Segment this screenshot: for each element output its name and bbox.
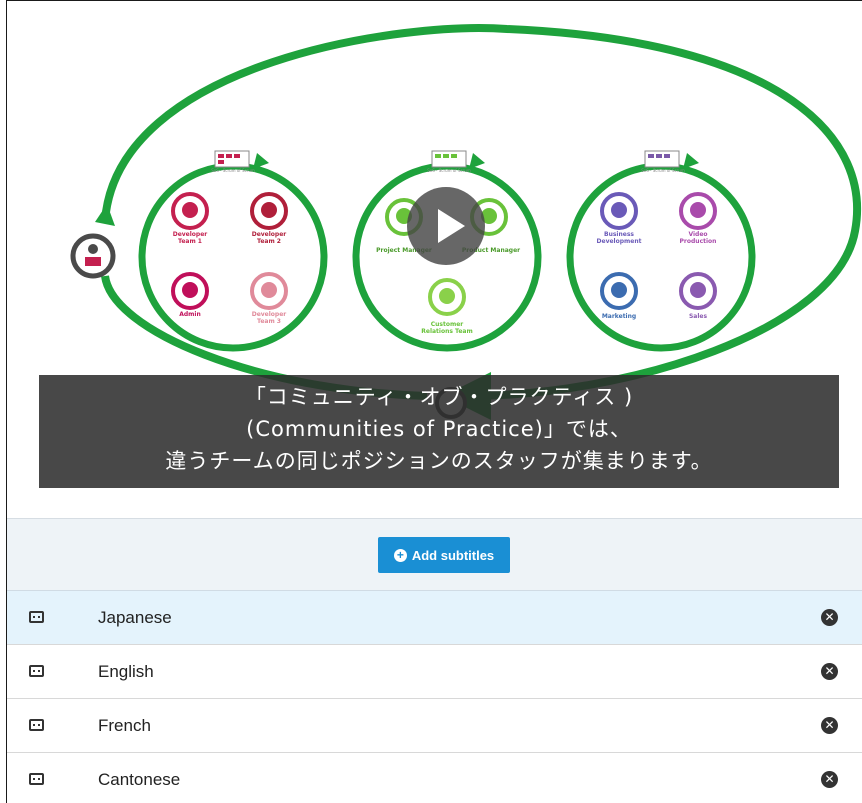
video-subtitle-editor: SoS - Scrum of Scrum Developer Team 1 De…: [6, 0, 862, 803]
closed-caption-icon: [29, 611, 44, 623]
language-row-japanese[interactable]: Japanese ✕: [7, 591, 862, 645]
subtitles-toolbar: + Add subtitles: [7, 518, 862, 591]
team-label: Developer Team 2: [251, 231, 287, 245]
team-label: Business Development: [596, 231, 642, 245]
team-label: Admin: [179, 311, 201, 318]
language-label: Cantonese: [98, 770, 181, 789]
play-icon: [438, 209, 465, 243]
team-label: Video Production: [679, 231, 717, 245]
closed-caption-icon: [29, 665, 44, 677]
closed-caption-icon: [29, 719, 44, 731]
add-subtitles-button[interactable]: + Add subtitles: [378, 537, 510, 573]
team-label: Developer Team 3: [251, 311, 287, 325]
language-label: Japanese: [98, 608, 172, 627]
video-player[interactable]: SoS - Scrum of Scrum Developer Team 1 De…: [7, 1, 862, 498]
remove-circle-icon[interactable]: ✕: [821, 663, 838, 680]
add-subtitles-label: Add subtitles: [411, 547, 495, 563]
language-row-english[interactable]: English ✕: [7, 645, 862, 699]
ring1-header: SoS - Scrum of Scrum: [211, 168, 255, 173]
hub-team-icon: [70, 233, 116, 279]
language-label: French: [98, 716, 151, 735]
remove-circle-icon[interactable]: ✕: [821, 771, 838, 788]
team-label: Customer Relations Team: [421, 321, 473, 335]
subtitle-line: (Communities of Practice)」では、: [246, 417, 632, 441]
spacer: [7, 498, 862, 518]
team-label: Developer Team 1: [172, 231, 208, 245]
language-label: English: [98, 662, 154, 681]
remove-circle-icon[interactable]: ✕: [821, 717, 838, 734]
subtitle-caption: 「コミュニティ・オブ・プラクティス ) (Communities of Prac…: [39, 375, 839, 488]
play-button[interactable]: [407, 187, 485, 265]
language-row-cantonese[interactable]: Cantonese ✕: [7, 753, 862, 803]
team-label: Sales: [688, 313, 708, 320]
subtitle-line: 「コミュニティ・オブ・プラクティス ): [244, 385, 634, 409]
plus-circle-icon: +: [393, 548, 407, 562]
remove-circle-icon[interactable]: ✕: [821, 609, 838, 626]
subtitle-language-list: Japanese ✕ English ✕ French ✕ Cantonese …: [7, 591, 862, 803]
ring2-header: SoS - Scrum of Scrum: [427, 168, 471, 173]
ring3-header: SoS - Scrum of Scrum: [641, 168, 685, 173]
language-row-french[interactable]: French ✕: [7, 699, 862, 753]
subtitle-line: 違うチームの同じポジションのスタッフが集まります。: [165, 449, 713, 473]
closed-caption-icon: [29, 773, 44, 785]
team-label: Marketing: [601, 313, 637, 320]
